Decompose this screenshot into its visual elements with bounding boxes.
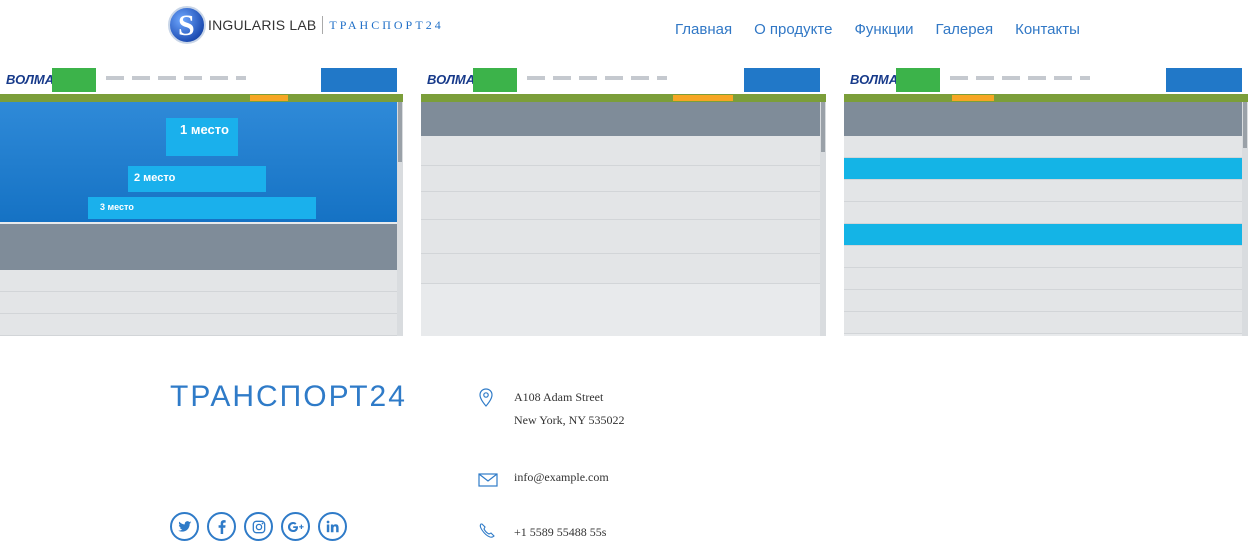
address-line-1: A108 Adam Street [514,390,604,404]
nav-features[interactable]: Функции [854,21,913,38]
envelope-icon [478,473,498,487]
location-pin-icon [479,388,493,407]
nav-about[interactable]: О продукте [754,21,832,38]
nav-contacts[interactable]: Контакты [1015,21,1080,38]
table-row [844,290,1242,312]
screenshot-tabs [421,94,826,102]
table-row-highlighted [844,158,1242,180]
screenshot-topbar: ВОЛМА [844,64,1248,94]
logo-divider [322,16,324,34]
email-link[interactable]: info@example.com [514,470,609,485]
address-line-2: New York, NY 535022 [514,413,625,427]
screenshot-brand: ВОЛМА [427,72,476,87]
screenshot-tabs [0,94,403,102]
phone-number[interactable]: +1 5589 55488 55s [514,525,606,540]
linkedin-icon[interactable] [318,512,347,541]
table-row [844,136,1242,158]
instagram-icon[interactable] [244,512,273,541]
table-row [421,166,820,192]
contact-phone[interactable]: +1 5589 55488 55s [478,522,678,542]
screenshot-ranking-hero: 1 место 2 место 3 место [0,102,397,222]
place-first: 1 место [166,118,238,156]
social-links [170,512,347,541]
logo-text: INGULARIS LAB [208,17,317,33]
screenshot-user-box [1166,68,1242,92]
screenshot-brand: ВОЛМА [850,72,899,87]
gallery-screenshot-3[interactable]: ВОЛМА [844,64,1248,336]
contact-address: A108 Adam Street New York, NY 535022 [478,388,678,428]
table-row [844,246,1242,268]
screenshot-table-header [844,102,1242,136]
logo[interactable]: INGULARIS LAB ТРАНСПОРТ24 [168,6,444,44]
screenshot-phone-badge [896,68,940,92]
table-row [844,312,1242,334]
scrollbar[interactable] [1242,102,1248,336]
facebook-icon[interactable] [207,512,236,541]
logo-emblem-icon [168,6,206,44]
screenshot-menu [106,76,246,80]
table-row [0,314,397,336]
screenshot-phone-badge [473,68,517,92]
place-second: 2 место [128,166,266,192]
screenshot-phone-badge [52,68,96,92]
gallery-screenshot-2[interactable]: ВОЛМА [421,64,826,336]
screenshot-brand: ВОЛМА [6,72,55,87]
place-third: 3 место [88,197,316,219]
gallery: ВОЛМА 1 место 2 место 3 место ВОЛМА ВОЛМ… [0,64,1248,336]
table-row [844,180,1242,202]
screenshot-menu [950,76,1090,80]
footer-title: ТРАНСПОРТ24 [170,380,407,413]
scrollbar[interactable] [397,102,403,336]
screenshot-user-box [744,68,820,92]
site-header: INGULARIS LAB ТРАНСПОРТ24 Главная О прод… [0,0,1248,64]
nav-home[interactable]: Главная [675,21,732,38]
google-plus-icon[interactable] [281,512,310,541]
nav-gallery[interactable]: Галерея [936,21,994,38]
screenshot-tabs [844,94,1248,102]
table-row [421,220,820,254]
table-row [0,292,397,314]
table-row [421,254,820,284]
table-row [421,136,820,166]
main-nav: Главная О продукте Функции Галерея Конта… [675,21,1080,38]
table-row [0,270,397,292]
contact-email[interactable]: info@example.com [478,469,678,489]
table-row [844,268,1242,290]
screenshot-menu [527,76,667,80]
screenshot-table-header [421,102,820,136]
scrollbar[interactable] [820,102,826,336]
screenshot-table-header [0,224,397,270]
screenshot-user-box [321,68,397,92]
table-row [421,192,820,220]
twitter-icon[interactable] [170,512,199,541]
screenshot-topbar: ВОЛМА [421,64,826,94]
table-row-highlighted [844,224,1242,246]
logo-product: ТРАНСПОРТ24 [329,17,444,32]
phone-icon [479,523,495,538]
table-row [844,202,1242,224]
gallery-screenshot-1[interactable]: ВОЛМА 1 место 2 место 3 место [0,64,403,336]
screenshot-topbar: ВОЛМА [0,64,403,94]
